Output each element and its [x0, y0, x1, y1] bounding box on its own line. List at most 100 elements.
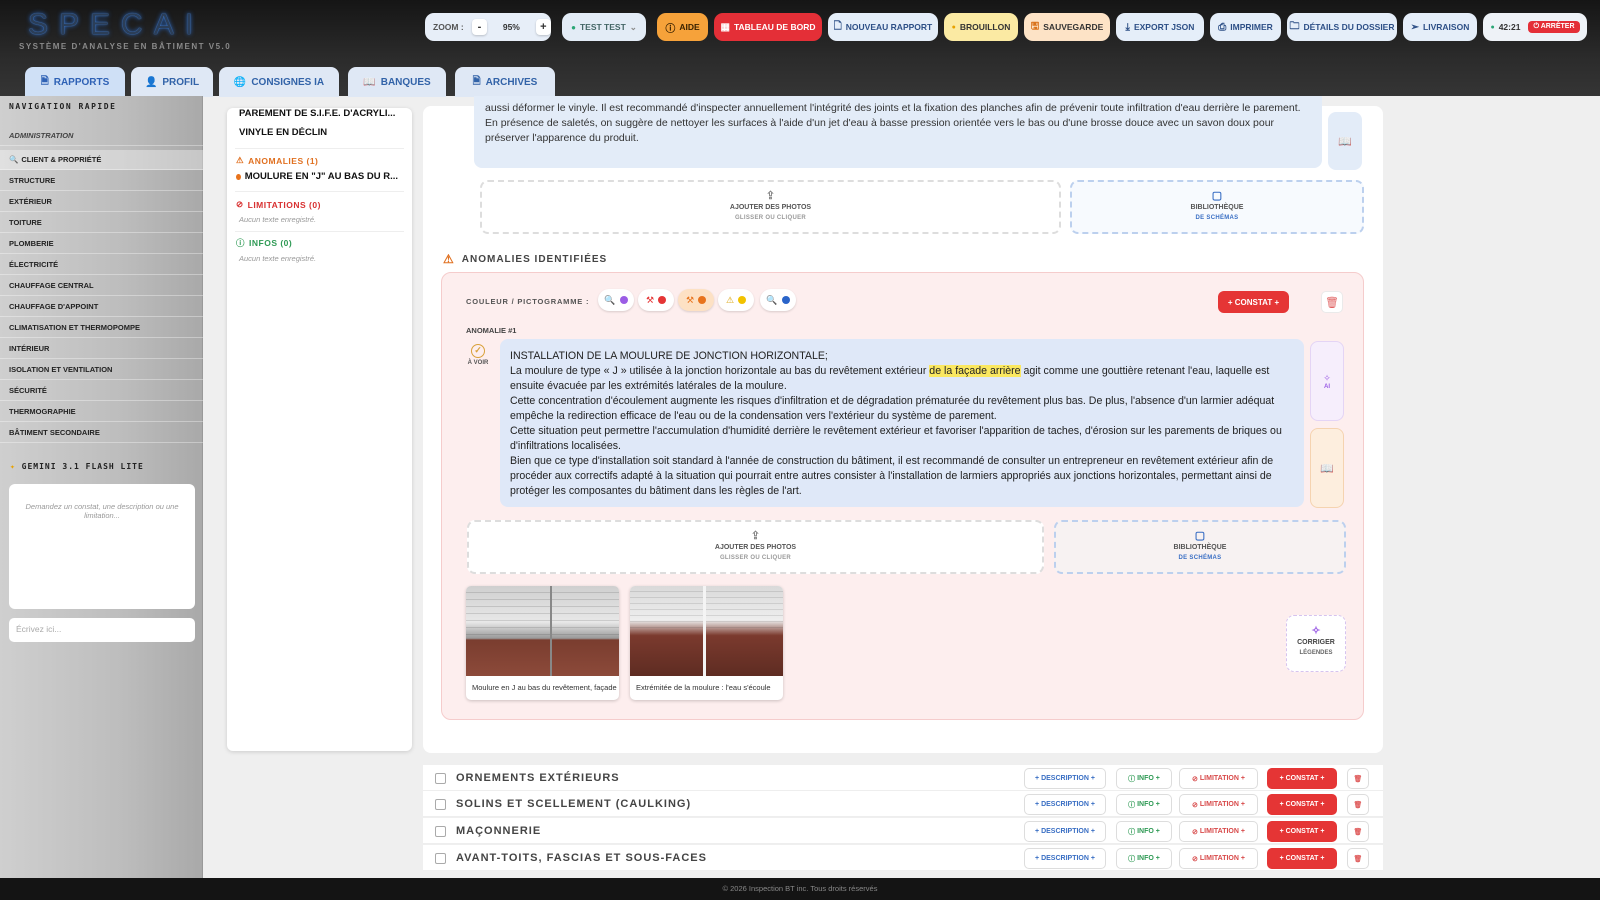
description-text[interactable]: aussi déformer le vinyle. Il est recomma… [474, 96, 1322, 168]
add-constat-button[interactable]: + CONSTAT + [1267, 848, 1337, 869]
fix-label: CORRIGER [1297, 639, 1335, 646]
help-button[interactable]: ⓘ AIDE [657, 13, 708, 41]
add-info-button[interactable]: ⓘ INFO + [1116, 848, 1172, 869]
sidebar-item-plomberie[interactable]: PLOMBERIE [0, 234, 203, 254]
zoom-in-button[interactable]: + [535, 19, 552, 35]
info-label: INFO + [1137, 828, 1160, 835]
print-button[interactable]: ⎙ IMPRIMER [1210, 13, 1281, 41]
add-limitation-button[interactable]: ⊘ LIMITATION + [1179, 848, 1258, 869]
delete-row-button[interactable]: 🗑 [1347, 821, 1369, 842]
tab-rapports[interactable]: 🗎 RAPPORTS [25, 67, 125, 97]
zoom-out-button[interactable]: - [471, 19, 488, 35]
tab-profil[interactable]: 👤 PROFIL [131, 67, 213, 97]
add-photos-dropzone[interactable]: ⇪ AJOUTER DES PHOTOS GLISSER OU CLIQUER [480, 180, 1061, 234]
export-json-button[interactable]: ⤓ EXPORT JSON [1116, 13, 1204, 41]
timer-widget: ● 42:21 ⏻ ARRÊTER [1483, 13, 1587, 41]
text-span: La moulure de type « J » utilisée à la j… [510, 365, 930, 377]
picker-hammer-orange[interactable]: ⚒ [678, 289, 714, 311]
tab-archives[interactable]: 🗎 ARCHIVES [455, 67, 555, 97]
sidebar-item-electricite[interactable]: ÉLECTRICITÉ [0, 255, 203, 275]
picker-search-purple[interactable]: 🔍 [598, 289, 634, 311]
row-checkbox[interactable] [435, 799, 446, 810]
delete-row-button[interactable]: 🗑 [1347, 794, 1369, 815]
photo-thumbnail[interactable]: Moulure en J au bas du revêtement, façad… [466, 586, 619, 700]
add-description-button[interactable]: + DESCRIPTION + [1024, 848, 1106, 869]
photo-caption[interactable]: Extrémitée de la moulure : l'eau s'écoul… [630, 676, 783, 699]
trash-icon: 🗑 [1353, 775, 1363, 783]
dashboard-button[interactable]: ▦ TABLEAU DE BORD [714, 13, 822, 41]
empty-text: Aucun texte enregistré. [239, 254, 317, 263]
add-limitation-button[interactable]: ⊘ LIMITATION + [1179, 794, 1258, 815]
ban-icon: ⊘ [236, 199, 244, 209]
section-row: SOLINS ET SCELLEMENT (CAULKING) + DESCRI… [423, 791, 1383, 817]
delivery-button[interactable]: ➢ LIVRAISON [1403, 13, 1477, 41]
sidebar-item-batiment-secondaire[interactable]: BÂTIMENT SECONDAIRE [0, 423, 203, 443]
picker-hammer-red[interactable]: ⚒ [638, 289, 674, 311]
add-limitation-button[interactable]: ⊘ LIMITATION + [1179, 821, 1258, 842]
ai-rewrite-button[interactable]: ✧ AI [1310, 341, 1344, 421]
schema-library-button[interactable]: ▢ BIBLIOTHÈQUE DE SCHÉMAS [1054, 520, 1346, 574]
library-side-button[interactable]: 📖 [1310, 428, 1344, 508]
add-limitation-button[interactable]: ⊘ LIMITATION + [1179, 768, 1258, 789]
add-info-button[interactable]: ⓘ INFO + [1116, 821, 1172, 842]
status-a-voir[interactable]: ✓ À VOIR [466, 344, 490, 366]
sidebar-item-securite[interactable]: SÉCURITÉ [0, 381, 203, 401]
anomaly-text[interactable]: INSTALLATION DE LA MOULURE DE JONCTION H… [500, 339, 1304, 507]
sidebar-item-exterieur[interactable]: EXTÉRIEUR [0, 192, 203, 212]
draft-button[interactable]: ● BROUILLON [944, 13, 1018, 41]
trash-icon: 🗑 [1353, 855, 1363, 863]
row-checkbox[interactable] [435, 826, 446, 837]
sidebar-item-chauffage-appoint[interactable]: CHAUFFAGE D'APPOINT [0, 297, 203, 317]
sidebar-item-interieur[interactable]: INTÉRIEUR [0, 339, 203, 359]
add-constat-button[interactable]: + CONSTAT + [1267, 768, 1337, 789]
sidebar-item-isolation[interactable]: ISOLATION ET VENTILATION [0, 360, 203, 380]
divider [235, 231, 404, 232]
delete-row-button[interactable]: 🗑 [1347, 848, 1369, 869]
new-report-label: NOUVEAU RAPPORT [845, 22, 933, 32]
photo-thumbnail[interactable]: Extrémitée de la moulure : l'eau s'écoul… [630, 586, 783, 700]
tab-consignes-ia[interactable]: 🌐 CONSIGNES IA [219, 67, 339, 97]
library-sub: DE SCHÉMAS [1195, 215, 1239, 221]
library-side-button[interactable]: 📖 [1328, 112, 1362, 170]
sidebar-item-climatisation[interactable]: CLIMATISATION ET THERMOPOMPE [0, 318, 203, 338]
add-info-button[interactable]: ⓘ INFO + [1116, 768, 1172, 789]
delete-anomaly-button[interactable]: 🗑 [1321, 291, 1343, 313]
user-select-value: TEST TEST [579, 22, 626, 32]
row-label: ORNEMENTS EXTÉRIEURS [456, 772, 620, 784]
add-constat-button[interactable]: + CONSTAT + [1267, 794, 1337, 815]
new-report-button[interactable]: 🗋 NOUVEAU RAPPORT [828, 13, 938, 41]
tab-banques[interactable]: 📖 BANQUES [348, 67, 446, 97]
add-description-button[interactable]: + DESCRIPTION + [1024, 821, 1106, 842]
sidebar-item-toiture[interactable]: TOITURE [0, 213, 203, 233]
delete-row-button[interactable]: 🗑 [1347, 768, 1369, 789]
schema-library-button[interactable]: ▢ BIBLIOTHÈQUE DE SCHÉMAS [1070, 180, 1364, 234]
add-photos-dropzone[interactable]: ⇪ AJOUTER DES PHOTOS GLISSER OU CLIQUER [467, 520, 1044, 574]
picker-warning-yellow[interactable]: ⚠ [718, 289, 754, 311]
summary-anomaly-item[interactable]: MOULURE EN "J" AU BAS DU R... [236, 171, 398, 182]
draft-dot-icon: ● [951, 23, 956, 31]
sidebar-item-administration[interactable]: ADMINISTRATION [0, 126, 203, 146]
user-select[interactable]: ● TEST TEST ⌄ [562, 13, 646, 41]
sidebar-item-chauffage-central[interactable]: CHAUFFAGE CENTRAL [0, 276, 203, 296]
add-description-button[interactable]: + DESCRIPTION + [1024, 794, 1106, 815]
fix-captions-button[interactable]: ✧ CORRIGER LÉGENDES [1286, 615, 1346, 672]
summary-infos-heading: ⓘ INFOS (0) [236, 237, 292, 249]
folder-details-button[interactable]: 🗀 DÉTAILS DU DOSSIER [1287, 13, 1397, 41]
stop-button[interactable]: ⏻ ARRÊTER [1528, 21, 1580, 33]
summary-line[interactable]: VINYLE EN DÉCLIN [239, 127, 401, 138]
sidebar-item-client[interactable]: 🔍 CLIENT & PROPRIÉTÉ [0, 150, 203, 170]
row-checkbox[interactable] [435, 773, 446, 784]
picker-search-blue[interactable]: 🔍 [760, 289, 796, 311]
save-button[interactable]: 🖫 SAUVEGARDE [1024, 13, 1110, 41]
row-checkbox[interactable] [435, 853, 446, 864]
ai-chat-input[interactable]: Écrivez ici... [9, 618, 195, 642]
upload-sub: GLISSER OU CLIQUER [734, 215, 807, 221]
sidebar-item-structure[interactable]: STRUCTURE [0, 171, 203, 191]
photo-caption[interactable]: Moulure en J au bas du revêtement, façad… [466, 676, 619, 699]
add-constat-button[interactable]: + CONSTAT + [1267, 821, 1337, 842]
add-info-button[interactable]: ⓘ INFO + [1116, 794, 1172, 815]
add-constat-button[interactable]: + CONSTAT + [1218, 291, 1289, 313]
add-description-button[interactable]: + DESCRIPTION + [1024, 768, 1106, 789]
sidebar-item-thermographie[interactable]: THERMOGRAPHIE [0, 402, 203, 422]
summary-line[interactable]: PAREMENT DE S.I.F.E. D'ACRYLI... [239, 108, 401, 119]
